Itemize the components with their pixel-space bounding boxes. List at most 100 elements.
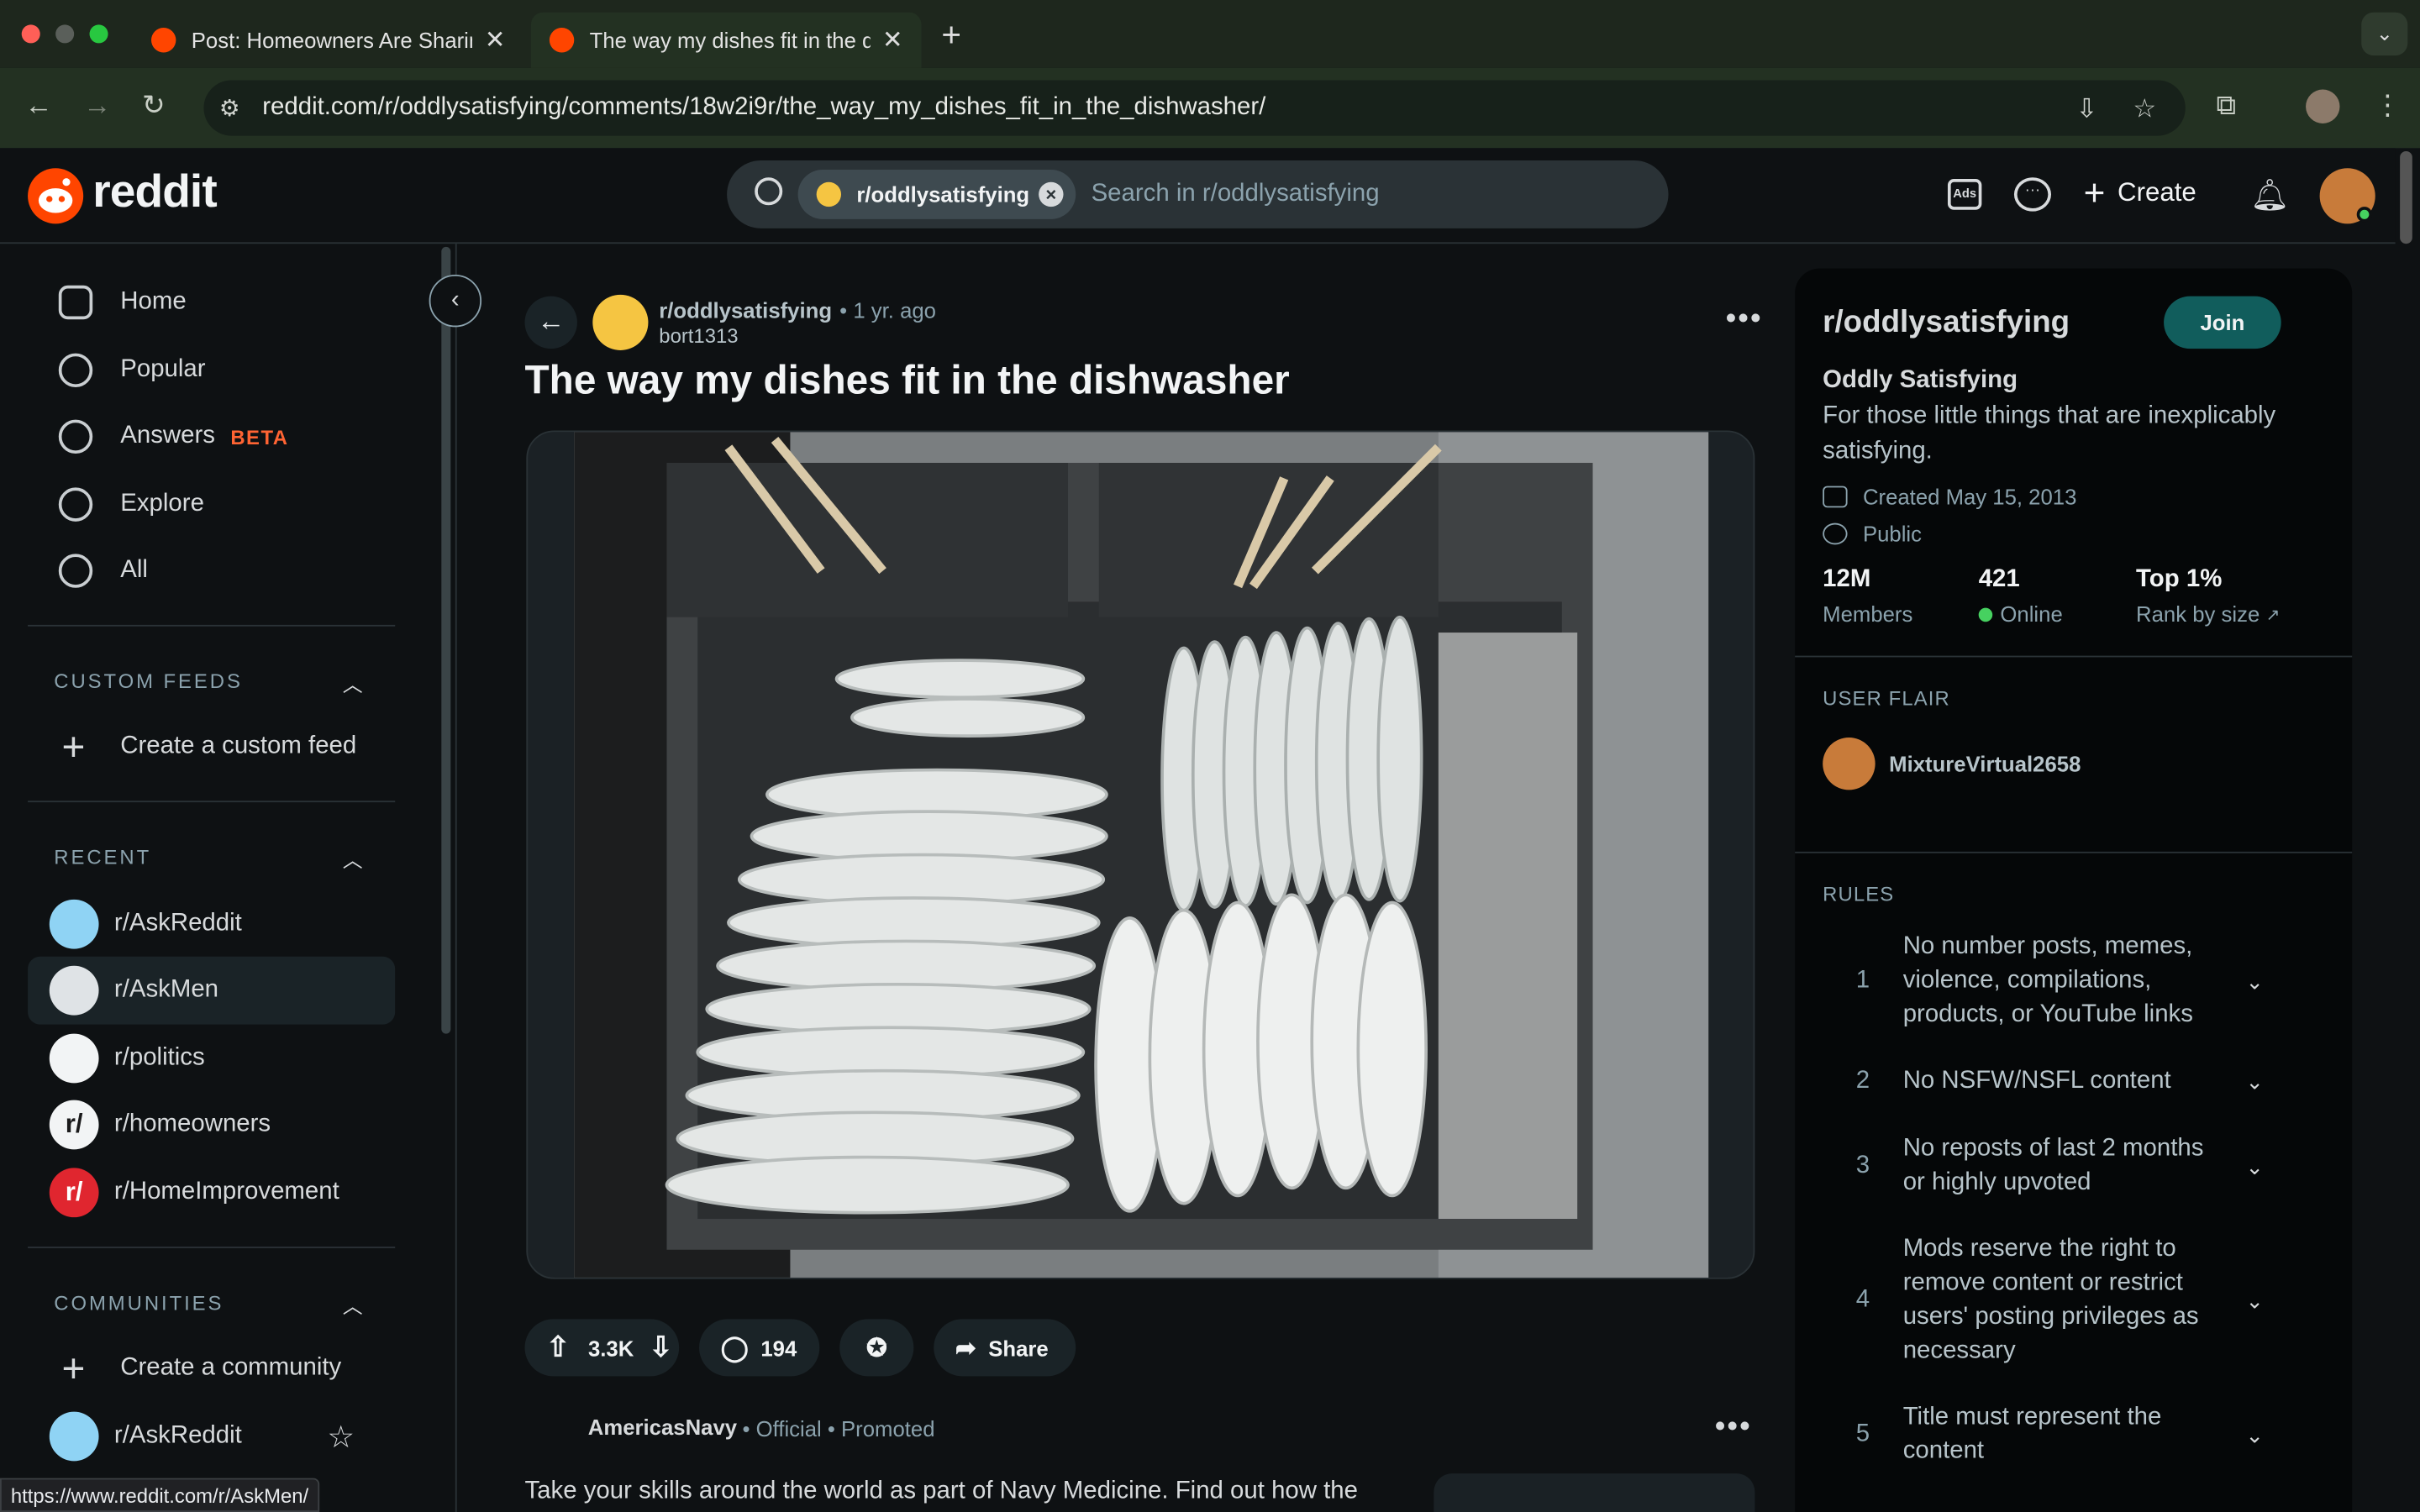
reload-icon[interactable]: ↻ (142, 90, 166, 123)
bookmark-star-icon[interactable]: ☆ (2133, 94, 2156, 125)
custom-feeds-heading[interactable]: CUSTOM FEEDS (54, 669, 243, 693)
reddit-logo-icon[interactable] (28, 168, 84, 224)
dishwasher-photo (574, 432, 1709, 1278)
vote-bar: ⇧ 3.3K ⇩ (524, 1319, 680, 1377)
chat-icon[interactable]: ··· (2013, 177, 2052, 212)
chevron-down-icon[interactable]: ⌄ (2245, 1068, 2264, 1095)
forward-arrow-icon[interactable]: → (83, 90, 111, 123)
ads-icon[interactable]: Ads (1947, 179, 1982, 210)
close-window-button[interactable] (21, 24, 40, 44)
back-arrow-icon[interactable]: ← (24, 90, 52, 123)
sidebar-item-homeowners[interactable]: r/r/homeowners (28, 1091, 395, 1159)
reddit-favicon-icon (151, 28, 176, 53)
sidebar-divider (28, 624, 396, 627)
home-icon (58, 285, 93, 320)
page-scrollbar[interactable] (2400, 151, 2412, 244)
online-label: Online (1978, 601, 2063, 627)
subreddit-icon[interactable] (592, 294, 649, 350)
sidebar-item-explore[interactable]: Explore (28, 470, 395, 538)
search-bar[interactable]: r/oddlysatisfying × Search in r/oddlysat… (727, 160, 1669, 228)
chevron-up-icon[interactable]: ︿ (343, 1290, 363, 1320)
close-tab-icon[interactable]: ✕ (882, 24, 903, 55)
online-dot-icon (1978, 606, 1993, 622)
sidebar-item-community-askreddit[interactable]: r/AskReddit ☆ (28, 1403, 395, 1471)
members-label: Members (1823, 601, 1913, 627)
profile-avatar[interactable] (2306, 89, 2340, 123)
chevron-down-icon[interactable]: ⌄ (2245, 969, 2264, 995)
rule-item[interactable]: 3 No reposts of last 2 months or highly u… (1823, 1132, 2286, 1200)
create-post-button[interactable]: + Create (2084, 173, 2196, 216)
collapse-sidebar-button[interactable]: ‹ (429, 274, 482, 328)
search-input[interactable]: Search in r/oddlysatisfying (1092, 181, 1380, 208)
sidebar-item-askreddit[interactable]: r/AskReddit (28, 890, 395, 958)
sidebar-scrollbar[interactable] (441, 246, 451, 1034)
chevron-up-icon[interactable]: ︿ (343, 668, 363, 697)
extensions-puzzle-icon[interactable]: ⧉ (2217, 90, 2237, 123)
communities-heading[interactable]: COMMUNITIES (54, 1291, 224, 1315)
sidebar-item-popular[interactable]: Popular (28, 336, 395, 404)
tab-dishwasher[interactable]: The way my dishes fit in the dishwasher … (530, 12, 922, 68)
promoted-text[interactable]: Take your skills around the world as par… (524, 1478, 1358, 1506)
notifications-bell-icon[interactable]: 🔔︎ (2250, 176, 2290, 214)
post-author-link[interactable]: bort1313 (659, 324, 738, 348)
minimize-window-button[interactable] (55, 24, 75, 44)
sidebar-divider (28, 801, 396, 803)
rank-label[interactable]: Rank by size ↗ (2136, 601, 2281, 626)
address-bar[interactable]: ⚙ reddit.com/r/oddlysatisfying/comments/… (203, 80, 2186, 136)
flair-avatar (1823, 737, 1876, 790)
subreddit-search-chip[interactable]: r/oddlysatisfying × (797, 170, 1076, 219)
browser-menu-icon[interactable]: ⋮ (2374, 90, 2402, 123)
sidebar-item-home[interactable]: Home (28, 269, 395, 337)
tab-search-chevron-icon[interactable]: ⌄ (2361, 12, 2408, 56)
recent-heading[interactable]: RECENT (54, 846, 151, 869)
close-tab-icon[interactable]: ✕ (485, 24, 506, 55)
maximize-window-button[interactable] (89, 24, 108, 44)
sidebar-item-answers[interactable]: Answers BETA (28, 402, 395, 470)
promoted-overflow-menu-icon[interactable]: ••• (1715, 1410, 1752, 1446)
site-settings-icon[interactable]: ⚙ (219, 94, 240, 122)
create-community[interactable]: + Create a community (28, 1335, 395, 1403)
sidebar-item-homeimprovement[interactable]: r/r/HomeImprovement (28, 1158, 395, 1226)
create-custom-feed[interactable]: + Create a custom feed (28, 713, 395, 781)
post-age: • 1 yr. ago (839, 297, 936, 323)
sidebar-divider (1795, 851, 2353, 853)
favorite-star-icon[interactable]: ☆ (327, 1417, 355, 1456)
join-button[interactable]: Join (2164, 296, 2281, 349)
reddit-wordmark[interactable]: reddit (92, 166, 217, 218)
rule-item[interactable]: 4 Mods reserve the right to remove conten… (1823, 1233, 2286, 1369)
back-button[interactable]: ← (524, 296, 577, 349)
online-count: 421 (1978, 566, 2020, 593)
rule-item[interactable]: 1 No number posts, memes, violence, compi… (1823, 931, 2286, 1032)
flair-username[interactable]: MixtureVirtual2658 (1889, 751, 2081, 775)
rule-item[interactable]: 5 Title must represent the content ⌄ (1823, 1401, 2286, 1469)
post-overflow-menu-icon[interactable]: ••• (1725, 302, 1762, 338)
sidebar-item-all[interactable]: All (28, 537, 395, 605)
award-button[interactable]: ✪ (839, 1319, 914, 1377)
created-date: Created May 15, 2013 (1823, 485, 2076, 509)
sidebar-item-politics[interactable]: r/politics (28, 1025, 395, 1093)
tab-homeowners[interactable]: Post: Homeowners Are Sharing ✕ (133, 13, 525, 68)
share-button[interactable]: ➦ Share (934, 1319, 1076, 1377)
post-media[interactable] (526, 430, 1755, 1279)
downvote-icon[interactable]: ⇩ (650, 1331, 673, 1364)
install-app-icon[interactable]: ⇩ (2075, 94, 2097, 125)
post-subreddit-link[interactable]: r/oddlysatisfying (659, 297, 832, 322)
chevron-down-icon[interactable]: ⌄ (2245, 1153, 2264, 1179)
comments-button[interactable]: ◯ 194 (699, 1319, 820, 1377)
promoted-author[interactable]: AmericasNavy (588, 1415, 737, 1439)
plus-icon: + (2083, 172, 2106, 215)
promoted-card[interactable] (1434, 1473, 1755, 1512)
all-icon (58, 554, 93, 588)
community-title[interactable]: r/oddlysatisfying (1823, 306, 2070, 341)
upvote-icon[interactable]: ⇧ (546, 1331, 570, 1364)
clear-chip-icon[interactable]: × (1039, 181, 1064, 207)
sidebar-item-askmen[interactable]: r/AskMen (28, 956, 396, 1025)
new-tab-button[interactable]: + (941, 15, 961, 55)
rule-item[interactable]: 2 No NSFW/NSFL content ⌄ (1823, 1064, 2286, 1098)
chevron-down-icon[interactable]: ⌄ (2245, 1288, 2264, 1314)
community-name: Oddly Satisfying (1823, 367, 2018, 394)
chevron-up-icon[interactable]: ︿ (343, 844, 363, 874)
beta-badge: BETA (230, 425, 289, 449)
external-link-icon: ↗ (2265, 605, 2281, 624)
chevron-down-icon[interactable]: ⌄ (2245, 1422, 2264, 1448)
